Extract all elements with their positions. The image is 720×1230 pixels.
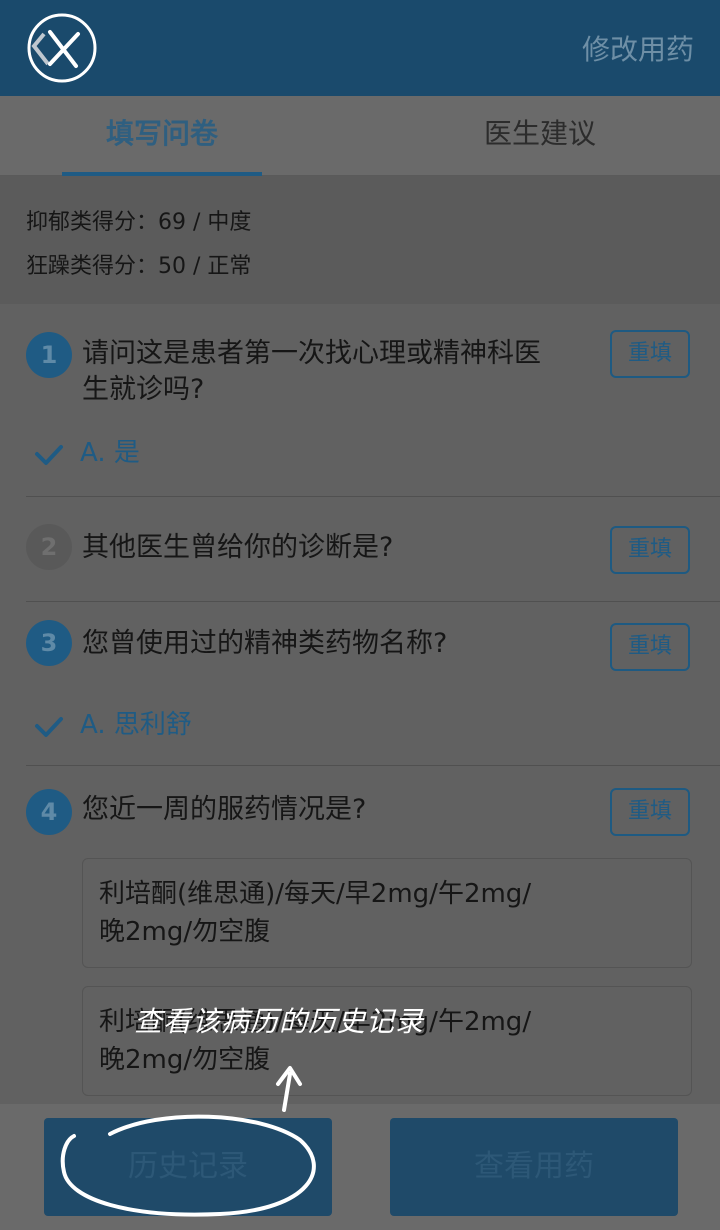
depression-score: 抑郁类得分：69 / 中度 (26, 210, 252, 235)
medication-entry[interactable]: 利培酮(维思通)/每天/早2mg/午2mg/ 晚2mg/勿空腹 (82, 858, 692, 968)
question-text-line: 请问这是患者第一次找心理或精神科医 (82, 338, 541, 369)
question-number: 3 (26, 620, 72, 666)
divider (26, 496, 720, 497)
answer-item: A. 思利舒 (34, 704, 192, 741)
question-list: 1 请问这是患者第一次找心理或精神科医 生就诊吗? 重填 A. 是 2 其他医生… (0, 304, 720, 1104)
question-text: 您曾使用过的精神类药物名称? (82, 628, 448, 659)
reset-button[interactable]: 重填 (610, 330, 690, 378)
reset-button[interactable]: 重填 (610, 788, 690, 836)
question-text: 请问这是患者第一次找心理或精神科医 生就诊吗? (82, 336, 541, 408)
history-button[interactable]: 历史记录 (44, 1118, 332, 1216)
question-number: 1 (26, 332, 72, 378)
question-number: 2 (26, 524, 72, 570)
medication-line: 晚2mg/勿空腹 (99, 917, 271, 947)
medication-line: 晚2mg/勿空腹 (99, 1045, 271, 1075)
check-icon (34, 711, 64, 741)
view-medication-button[interactable]: 查看用药 (390, 1118, 678, 1216)
reset-button[interactable]: 重填 (610, 526, 690, 574)
score-summary: 抑郁类得分：69 / 中度 狂躁类得分：50 / 正常 (0, 176, 720, 304)
divider (26, 601, 720, 602)
edit-medication-button[interactable]: 修改用药 (582, 28, 694, 68)
bottom-bar: 历史记录 查看用药 (0, 1104, 720, 1230)
question-text: 其他医生曾给你的诊断是? (82, 532, 394, 563)
tab-bar: 填写问卷 医生建议 (0, 96, 720, 176)
app-header: 修改用药 (0, 0, 720, 96)
annotation-text: 查看该病历的历史记录 (134, 1005, 425, 1038)
answer-text: A. 是 (80, 438, 140, 468)
tab-doctor-advice[interactable]: 医生建议 (440, 96, 640, 176)
answer-item: A. 是 (34, 432, 140, 469)
medication-line: 利培酮(维思通)/每天/早2mg/午2mg/ (99, 879, 532, 909)
reset-button[interactable]: 重填 (610, 623, 690, 671)
question-number: 4 (26, 789, 72, 835)
question-text: 您近一周的服药情况是? (82, 794, 367, 825)
check-icon (34, 439, 64, 469)
divider (26, 765, 720, 766)
question-text-line: 生就诊吗? (82, 374, 205, 405)
mania-score: 狂躁类得分：50 / 正常 (26, 254, 252, 279)
answer-text: A. 思利舒 (80, 710, 192, 740)
tab-questionnaire[interactable]: 填写问卷 (62, 96, 262, 176)
close-icon[interactable] (26, 12, 98, 84)
